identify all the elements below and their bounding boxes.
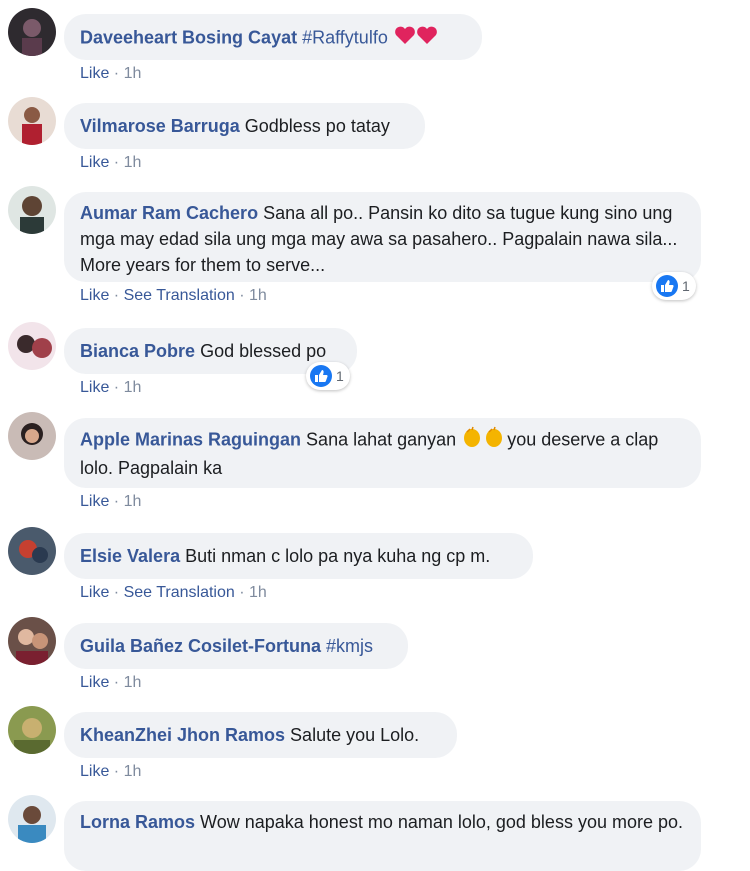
comment-time[interactable]: 1h [249,584,267,601]
clap-emoji-icon [461,426,507,455]
comment-meta: Like · 1h [80,154,142,171]
comment-meta: Like · 1h [80,65,142,82]
comment-bubble: Aumar Ram Cachero Sana all po.. Pansin k… [64,192,701,282]
avatar[interactable] [8,8,56,56]
comment-text: Salute you Lolo. [290,725,420,745]
comment-time[interactable]: 1h [249,287,267,304]
comment-bubble: KheanZhei Jhon Ramos Salute you Lolo. [64,712,457,758]
avatar[interactable] [8,795,56,843]
comment-bubble: Daveeheart Bosing Cayat #Raffytulfo [64,14,482,60]
comment-time[interactable]: 1h [124,763,142,780]
like-link[interactable]: Like [80,584,109,601]
comment-time[interactable]: 1h [124,493,142,510]
comment-meta: Like · See Translation · 1h [80,584,267,601]
comment-author[interactable]: Aumar Ram Cachero [80,203,258,223]
comment-text: Sana lahat ganyan [306,429,457,450]
reaction-count[interactable]: 1 [652,272,696,300]
comment-author[interactable]: Apple Marinas Raguingan [80,429,301,449]
thumbs-up-icon [656,275,678,297]
comment-text: Godbless po tatay [244,116,390,136]
like-link[interactable]: Like [80,287,109,304]
avatar[interactable] [8,97,56,145]
comment-time[interactable]: 1h [124,674,142,691]
avatar[interactable] [8,527,56,575]
like-link[interactable]: Like [80,763,109,780]
comment-time[interactable]: 1h [124,65,142,82]
comment-author[interactable]: Elsie Valera [80,546,180,566]
heart-emoji-icon [393,24,441,53]
comment-meta: Like · See Translation · 1h [80,287,267,304]
comment-bubble: Lorna Ramos Wow napaka honest mo naman l… [64,801,701,871]
avatar[interactable] [8,186,56,234]
comment-time[interactable]: 1h [124,379,142,396]
comment-meta: Like · 1h [80,763,142,780]
comment-bubble: Vilmarose Barruga Godbless po tatay [64,103,425,149]
like-link[interactable]: Like [80,674,109,691]
comment-author[interactable]: Daveeheart Bosing Cayat [80,27,297,47]
hashtag-link[interactable]: #kmjs [326,636,373,656]
reaction-count[interactable]: 1 [306,362,350,390]
comment-author[interactable]: Bianca Pobre [80,341,195,361]
avatar[interactable] [8,322,56,370]
comment-author[interactable]: Vilmarose Barruga [80,116,240,136]
avatar[interactable] [8,412,56,460]
see-translation-link[interactable]: See Translation [124,584,235,601]
comment-meta: Like · 1h [80,379,142,396]
comment-bubble: Apple Marinas Raguingan Sana lahat ganya… [64,418,701,488]
hashtag-link[interactable]: #Raffytulfo [302,27,388,47]
comment-text: Buti nman c lolo pa nya kuha ng cp m. [185,546,491,566]
comment-meta: Like · 1h [80,674,142,691]
comment-bubble: Elsie Valera Buti nman c lolo pa nya kuh… [64,533,533,579]
like-link[interactable]: Like [80,493,109,510]
comment-author[interactable]: KheanZhei Jhon Ramos [80,725,285,745]
thumbs-up-icon [310,365,332,387]
comment-author[interactable]: Guila Bañez Cosilet-Fortuna [80,636,321,656]
avatar[interactable] [8,617,56,665]
like-link[interactable]: Like [80,65,109,82]
comment-time[interactable]: 1h [124,154,142,171]
comment-author[interactable]: Lorna Ramos [80,812,195,832]
like-link[interactable]: Like [80,154,109,171]
like-link[interactable]: Like [80,379,109,396]
see-translation-link[interactable]: See Translation [124,287,235,304]
comment-text: God blessed po [200,341,327,361]
comment-text: Wow napaka honest mo naman lolo, god ble… [200,812,683,832]
avatar[interactable] [8,706,56,754]
comment-meta: Like · 1h [80,493,142,510]
comment-bubble: Guila Bañez Cosilet-Fortuna #kmjs [64,623,408,669]
